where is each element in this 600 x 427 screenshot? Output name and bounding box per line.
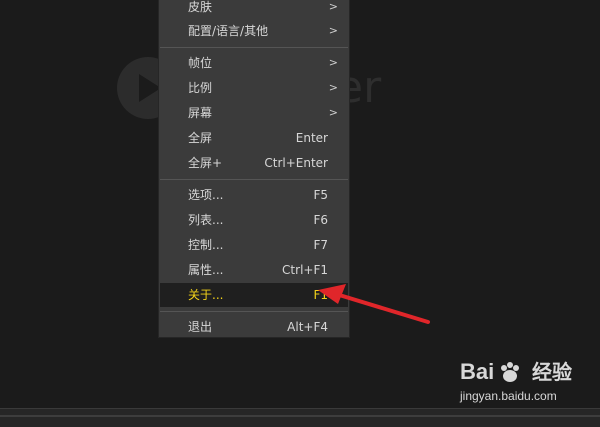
menu-item-shortcut: Ctrl+F1 xyxy=(282,263,328,277)
menu-item-shortcut: F7 xyxy=(313,238,328,252)
menu-item-options[interactable]: 选项... F5 xyxy=(160,183,348,207)
menu-item-label: 选项... xyxy=(188,188,224,202)
menu-item-frame[interactable]: 帧位 > xyxy=(160,51,348,75)
menu-item-shortcut: Enter xyxy=(295,131,328,145)
submenu-arrow-icon: > xyxy=(328,106,338,119)
submenu-arrow-icon: > xyxy=(328,0,338,13)
watermark-url: jingyan.baidu.com xyxy=(460,389,557,403)
menu-item-exit[interactable]: 退出 Alt+F4 xyxy=(160,315,348,339)
menu-item-label: 配置/语言/其他 xyxy=(188,24,269,38)
submenu-arrow-icon: > xyxy=(328,24,338,37)
seek-bar[interactable] xyxy=(0,415,600,417)
submenu-arrow-icon: > xyxy=(328,81,338,94)
menu-item-label: 属性... xyxy=(188,263,224,277)
menu-item-label: 屏幕 xyxy=(188,106,213,120)
menu-item-config[interactable]: 配置/语言/其他 > xyxy=(160,19,348,43)
menu-item-shortcut: Alt+F4 xyxy=(287,320,328,334)
menu-item-label: 全屏+ xyxy=(188,156,223,170)
menu-item-shortcut: Ctrl+Enter xyxy=(264,156,328,170)
menu-item-control[interactable]: 控制... F7 xyxy=(160,233,348,257)
watermark-brand-right: 经验 xyxy=(532,360,572,384)
menu-item-label: 全屏 xyxy=(188,131,213,145)
menu-item-label: 关于... xyxy=(188,288,224,302)
menu-item-shortcut: F5 xyxy=(313,188,328,202)
menu-separator xyxy=(160,311,348,312)
menu-item-label: 比例 xyxy=(188,81,213,95)
menu-separator xyxy=(160,179,348,180)
menu-item-fullscreen-plus[interactable]: 全屏+ Ctrl+Enter xyxy=(160,151,348,175)
menu-item-ratio[interactable]: 比例 > xyxy=(160,76,348,100)
menu-item-properties[interactable]: 属性... Ctrl+F1 xyxy=(160,258,348,282)
menu-item-label: 帧位 xyxy=(188,56,213,70)
context-menu: 皮肤 > 配置/语言/其他 > 帧位 > 比例 > 屏幕 > 全屏 Enter … xyxy=(158,0,350,338)
menu-item-about[interactable]: 关于... F1 xyxy=(160,283,348,307)
baidu-watermark: Bai 经验 jingyan.baidu.com xyxy=(452,358,592,414)
menu-item-label: 控制... xyxy=(188,238,224,252)
menu-item-playlist[interactable]: 列表... F6 xyxy=(160,208,348,232)
submenu-arrow-icon: > xyxy=(328,56,338,69)
paw-icon xyxy=(501,362,519,382)
menu-item-skin[interactable]: 皮肤 > xyxy=(160,0,348,19)
watermark-brand-left: Bai xyxy=(460,359,495,384)
menu-item-screen[interactable]: 屏幕 > xyxy=(160,101,348,125)
menu-item-label: 退出 xyxy=(188,320,213,334)
menu-item-shortcut: F1 xyxy=(313,288,328,302)
menu-item-fullscreen[interactable]: 全屏 Enter xyxy=(160,126,348,150)
menu-item-shortcut: F6 xyxy=(313,213,328,227)
menu-separator xyxy=(160,47,348,48)
menu-item-label: 皮肤 xyxy=(188,0,213,14)
menu-item-label: 列表... xyxy=(188,213,224,227)
